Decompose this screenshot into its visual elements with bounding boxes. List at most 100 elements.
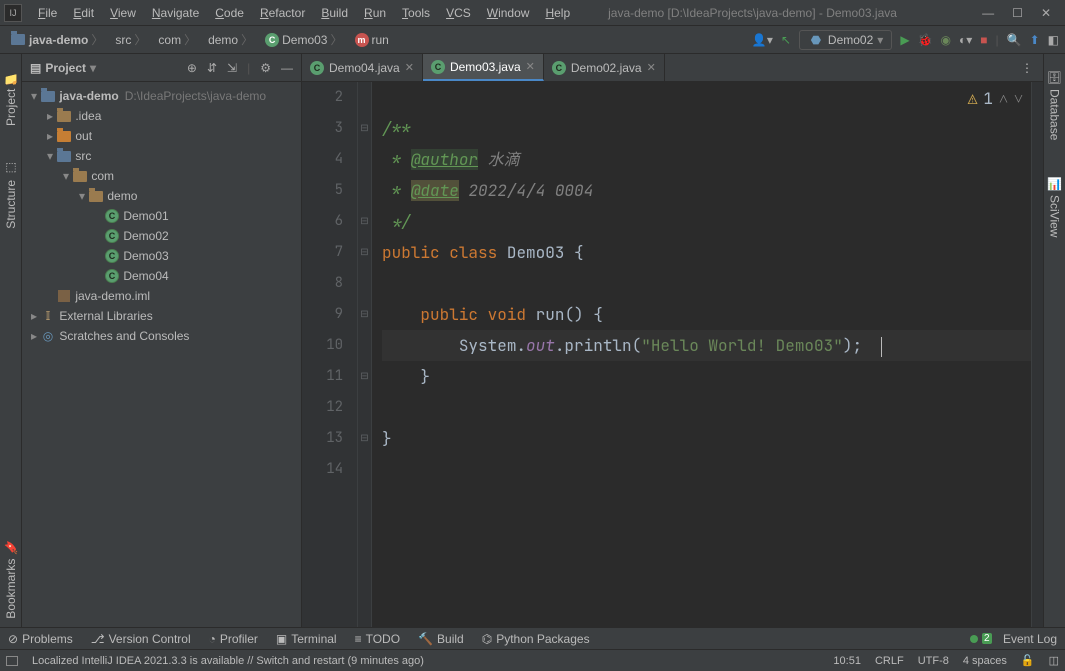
close-tab-icon[interactable]: ✕ xyxy=(405,61,414,74)
tool-problems[interactable]: ⊘Problems xyxy=(8,632,73,646)
menu-view[interactable]: View xyxy=(102,3,144,23)
run-button[interactable]: ▶ xyxy=(900,33,909,47)
tree-scratches[interactable]: ▸◎ Scratches and Consoles xyxy=(22,326,301,346)
tab-sciview[interactable]: 📊 SciView xyxy=(1046,169,1064,246)
menu-build[interactable]: Build xyxy=(313,3,356,23)
status-eol[interactable]: CRLF xyxy=(875,655,904,667)
tree-com[interactable]: ▾ com xyxy=(22,166,301,186)
tree-demo03[interactable]: C Demo03 xyxy=(22,246,301,266)
tab-demo02[interactable]: CDemo02.java✕ xyxy=(544,54,665,81)
editor-body[interactable]: 2 3 4 5 6 7 8 9 10 11 12 13 14 ⊟ ⊟ ⊟ xyxy=(302,82,1043,627)
status-position[interactable]: 10:51 xyxy=(833,655,861,667)
tab-more-icon[interactable]: ⋮ xyxy=(1011,54,1043,81)
status-message[interactable]: Localized IntelliJ IDEA 2021.3.3 is avai… xyxy=(32,655,819,667)
update-button[interactable]: ⬆ xyxy=(1030,33,1040,47)
line-gutter[interactable]: 2 3 4 5 6 7 8 9 10 11 12 13 14 xyxy=(302,82,358,627)
menu-file[interactable]: File xyxy=(30,3,65,23)
inspection-strip: ⚠1 ˄ ˅ xyxy=(968,88,1023,109)
crumb-project[interactable]: java-demo〉 xyxy=(6,29,107,50)
tab-database[interactable]: 🗄 Database xyxy=(1046,62,1064,149)
menu-refactor[interactable]: Refactor xyxy=(252,3,313,23)
hide-panel-icon[interactable]: — xyxy=(281,61,293,75)
tool-terminal[interactable]: ▣Terminal xyxy=(276,632,337,646)
tab-project[interactable]: Project 📁 xyxy=(2,62,20,134)
text-caret xyxy=(881,337,882,357)
tree-idea[interactable]: ▸ .idea xyxy=(22,106,301,126)
python-icon: ⌬ xyxy=(482,632,492,646)
minimize-button[interactable]: ― xyxy=(982,6,994,20)
close-tab-icon[interactable]: ✕ xyxy=(526,60,535,73)
folder-icon xyxy=(57,131,71,142)
tool-vcs[interactable]: ⎇Version Control xyxy=(91,632,191,646)
status-widget-icon[interactable]: ◫ xyxy=(1049,654,1059,667)
tab-demo04[interactable]: CDemo04.java✕ xyxy=(302,54,423,81)
tool-event-log[interactable]: 2 Event Log xyxy=(970,632,1057,646)
editor-tabs: CDemo04.java✕ CDemo03.java✕ CDemo02.java… xyxy=(302,54,1043,82)
java-class-icon: C xyxy=(310,61,324,75)
tree-external-libs[interactable]: ▸𝕀 External Libraries xyxy=(22,306,301,326)
menu-code[interactable]: Code xyxy=(207,3,252,23)
back-icon[interactable]: ↖ xyxy=(781,33,791,47)
tool-profiler[interactable]: ◔Profiler xyxy=(209,632,258,646)
crumb-demo[interactable]: demo〉 xyxy=(204,29,257,50)
tree-demo04[interactable]: C Demo04 xyxy=(22,266,301,286)
coverage-button[interactable]: ◉ xyxy=(941,33,951,47)
collapse-all-icon[interactable]: ⇲ xyxy=(227,61,237,75)
debug-button[interactable]: 🐞 xyxy=(918,33,933,47)
next-highlight-icon[interactable]: ˅ xyxy=(1014,88,1023,109)
tab-bookmarks[interactable]: Bookmarks 🔖 xyxy=(2,532,20,627)
panel-settings-icon[interactable]: ⚙ xyxy=(260,61,271,75)
menu-navigate[interactable]: Navigate xyxy=(144,3,207,23)
problems-icon: ⊘ xyxy=(8,632,18,646)
warning-icon[interactable]: ⚠ xyxy=(968,88,978,109)
maximize-button[interactable]: ☐ xyxy=(1012,6,1023,20)
tab-structure[interactable]: Structure ⬚ xyxy=(2,154,20,237)
crumb-method[interactable]: mrun xyxy=(351,31,393,49)
search-button[interactable]: 🔍 xyxy=(1007,33,1022,47)
tool-todo[interactable]: ≡TODO xyxy=(355,632,400,646)
tool-windows-icon[interactable] xyxy=(6,656,18,666)
crumb-com[interactable]: com〉 xyxy=(154,29,200,50)
stop-button[interactable]: ■ xyxy=(980,33,987,47)
expand-all-icon[interactable]: ⇵ xyxy=(207,61,217,75)
tool-build[interactable]: 🔨Build xyxy=(418,632,464,646)
tree-root[interactable]: ▾ java-demoD:\IdeaProjects\java-demo xyxy=(22,86,301,106)
select-opened-file-icon[interactable]: ⊕ xyxy=(187,61,197,75)
tool-python[interactable]: ⌬Python Packages xyxy=(482,632,590,646)
code-area[interactable]: ⚠1 ˄ ˅ /** * @author 水滴 * @date 2022/4/4… xyxy=(372,82,1031,627)
close-button[interactable]: ✕ xyxy=(1041,6,1051,20)
menu-help[interactable]: Help xyxy=(537,3,578,23)
status-indent[interactable]: 4 spaces xyxy=(963,655,1007,667)
menu-edit[interactable]: Edit xyxy=(65,3,102,23)
menu-run[interactable]: Run xyxy=(356,3,394,23)
tree-iml[interactable]: java-demo.iml xyxy=(22,286,301,306)
tab-demo03[interactable]: CDemo03.java✕ xyxy=(423,54,544,81)
crumb-src[interactable]: src〉 xyxy=(111,29,150,50)
close-tab-icon[interactable]: ✕ xyxy=(647,61,656,74)
class-icon: C xyxy=(105,229,119,243)
toolbar-right: 👤▾ ↖ ⬣Demo02 ▾ ▶ 🐞 ◉ ◐▾ ■ | 🔍 ⬆ ◧ xyxy=(752,30,1059,50)
status-encoding[interactable]: UTF-8 xyxy=(918,655,949,667)
readonly-lock-icon[interactable]: 🔓 xyxy=(1021,654,1035,667)
todo-icon: ≡ xyxy=(355,632,362,646)
tree-src[interactable]: ▾ src xyxy=(22,146,301,166)
menu-tools[interactable]: Tools xyxy=(394,3,438,23)
menu-vcs[interactable]: VCS xyxy=(438,3,479,23)
run-config-select[interactable]: ⬣Demo02 ▾ xyxy=(799,30,892,50)
tree-demo01[interactable]: C Demo01 xyxy=(22,206,301,226)
menu-window[interactable]: Window xyxy=(479,3,538,23)
method-icon: m xyxy=(355,33,369,47)
fold-column[interactable]: ⊟ ⊟ ⊟ ⊟ ⊟ ⊟ xyxy=(358,82,372,627)
add-user-icon[interactable]: 👤▾ xyxy=(752,33,773,47)
crumb-class[interactable]: CDemo03〉 xyxy=(261,29,346,50)
ide-settings-icon[interactable]: ◧ xyxy=(1048,33,1059,47)
terminal-icon: ▣ xyxy=(276,632,287,646)
error-stripe[interactable] xyxy=(1031,82,1043,627)
profile-button[interactable]: ◐▾ xyxy=(959,33,972,47)
tree-out[interactable]: ▸ out xyxy=(22,126,301,146)
tree-demo02[interactable]: C Demo02 xyxy=(22,226,301,246)
project-tree[interactable]: ▾ java-demoD:\IdeaProjects\java-demo ▸ .… xyxy=(22,82,301,627)
class-icon: C xyxy=(105,209,119,223)
prev-highlight-icon[interactable]: ˄ xyxy=(999,88,1008,109)
tree-demo[interactable]: ▾ demo xyxy=(22,186,301,206)
